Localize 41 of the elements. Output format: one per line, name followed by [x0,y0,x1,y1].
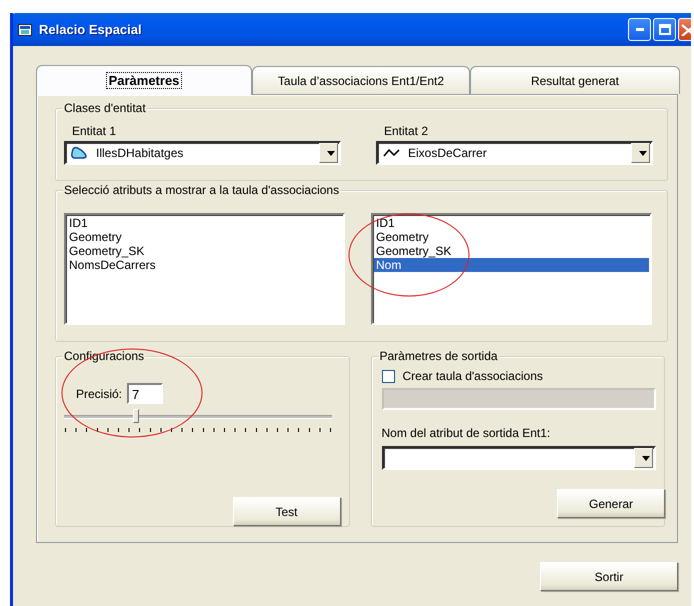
dropdown-arrow-icon[interactable] [642,456,650,460]
window-title: Relacio Espacial [39,22,142,37]
checkbox-label: Crear taula d'associacions [402,369,543,383]
group-title: Selecció atributs a mostrar a la taula d'associacions [63,183,340,197]
group-title: Paràmetres de sortida [378,349,499,363]
precision-field[interactable]: 7 [127,383,164,404]
list-item[interactable]: Geometry [67,230,342,244]
checkbox[interactable] [382,370,394,382]
list-item[interactable]: Nom [374,258,649,272]
attribute-list[interactable]: ID1 Geometry Geometry_SK NomsDeCarrers [64,213,345,325]
close-button[interactable] [678,18,691,41]
tab[interactable]: Paràmetres [36,65,252,95]
list-item[interactable]: ID1 [67,216,342,230]
close-icon [681,24,691,36]
dropdown-arrow-icon[interactable] [326,150,334,156]
dropdown-field[interactable] [382,446,656,470]
tab[interactable]: Taula d’associacions Ent1/Ent2 [252,66,470,94]
tab[interactable]: Resultat generat [470,66,680,94]
attribute-list[interactable]: ID1 Geometry Geometry_SK Nom [371,213,652,325]
test-button[interactable]: Test [232,497,340,526]
window-icon [18,24,32,36]
list-item[interactable]: Geometry_SK [67,244,342,258]
list-item[interactable]: Geometry_SK [374,244,649,258]
dropdown-field[interactable]: IllesDHabitatges [64,141,341,165]
list-item[interactable]: ID1 [374,216,649,230]
list-item[interactable]: Geometry [374,230,649,244]
slider-thumb[interactable] [133,409,140,423]
maximize-icon [658,24,670,35]
group-title: Clases d'entitat [63,101,147,115]
maximize-button[interactable] [653,18,676,41]
field-label: Nom del atribut de sortida Ent1: [382,426,552,440]
precision-label: Precisió: [76,386,122,400]
generate-button[interactable]: Generar [557,489,665,518]
field-label: Entitat 1 [72,124,118,138]
dropdown-arrow-icon[interactable] [638,150,646,156]
minimize-button[interactable] [628,18,651,41]
list-item[interactable]: NomsDeCarrers [67,258,342,272]
field-label: Entitat 2 [384,124,430,138]
minimize-icon [636,28,644,31]
exit-button[interactable]: Sortir [540,562,678,591]
dropdown-field[interactable]: EixosDeCarrer [376,141,653,165]
